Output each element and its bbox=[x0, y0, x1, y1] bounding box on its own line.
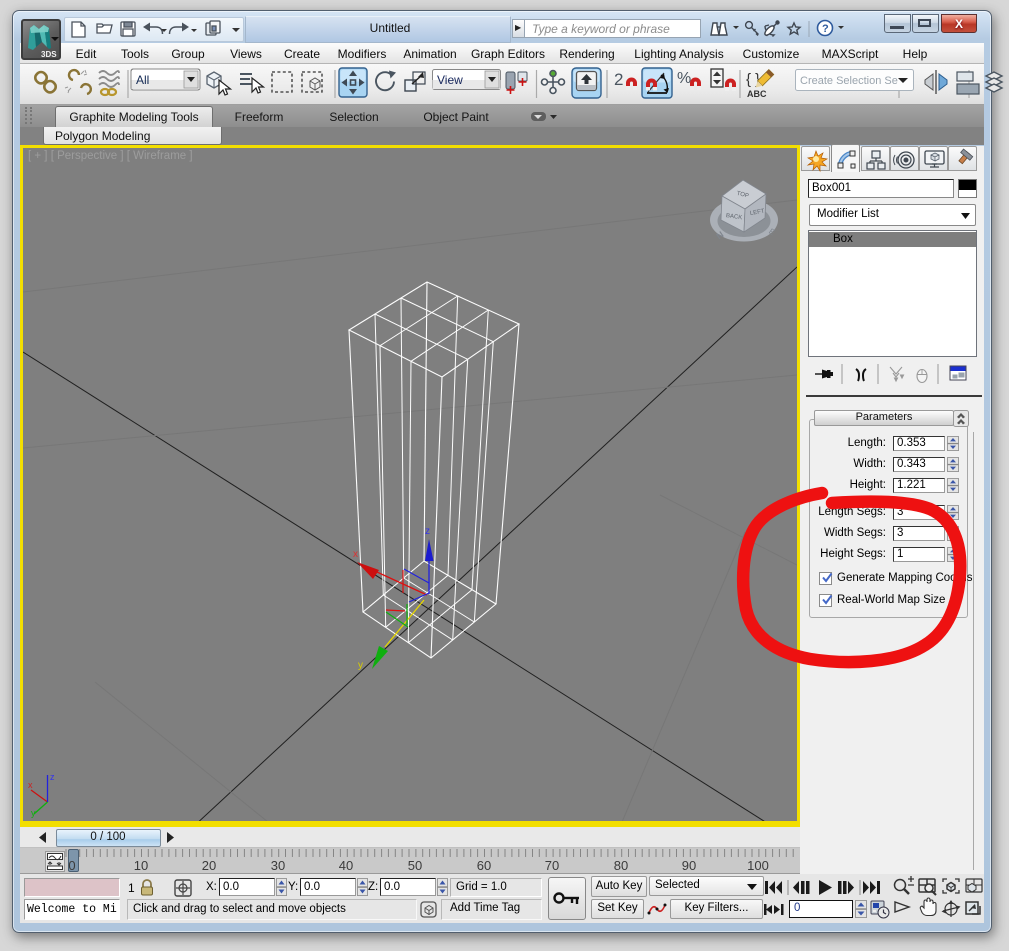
svg-text:3DS: 3DS bbox=[41, 50, 57, 59]
